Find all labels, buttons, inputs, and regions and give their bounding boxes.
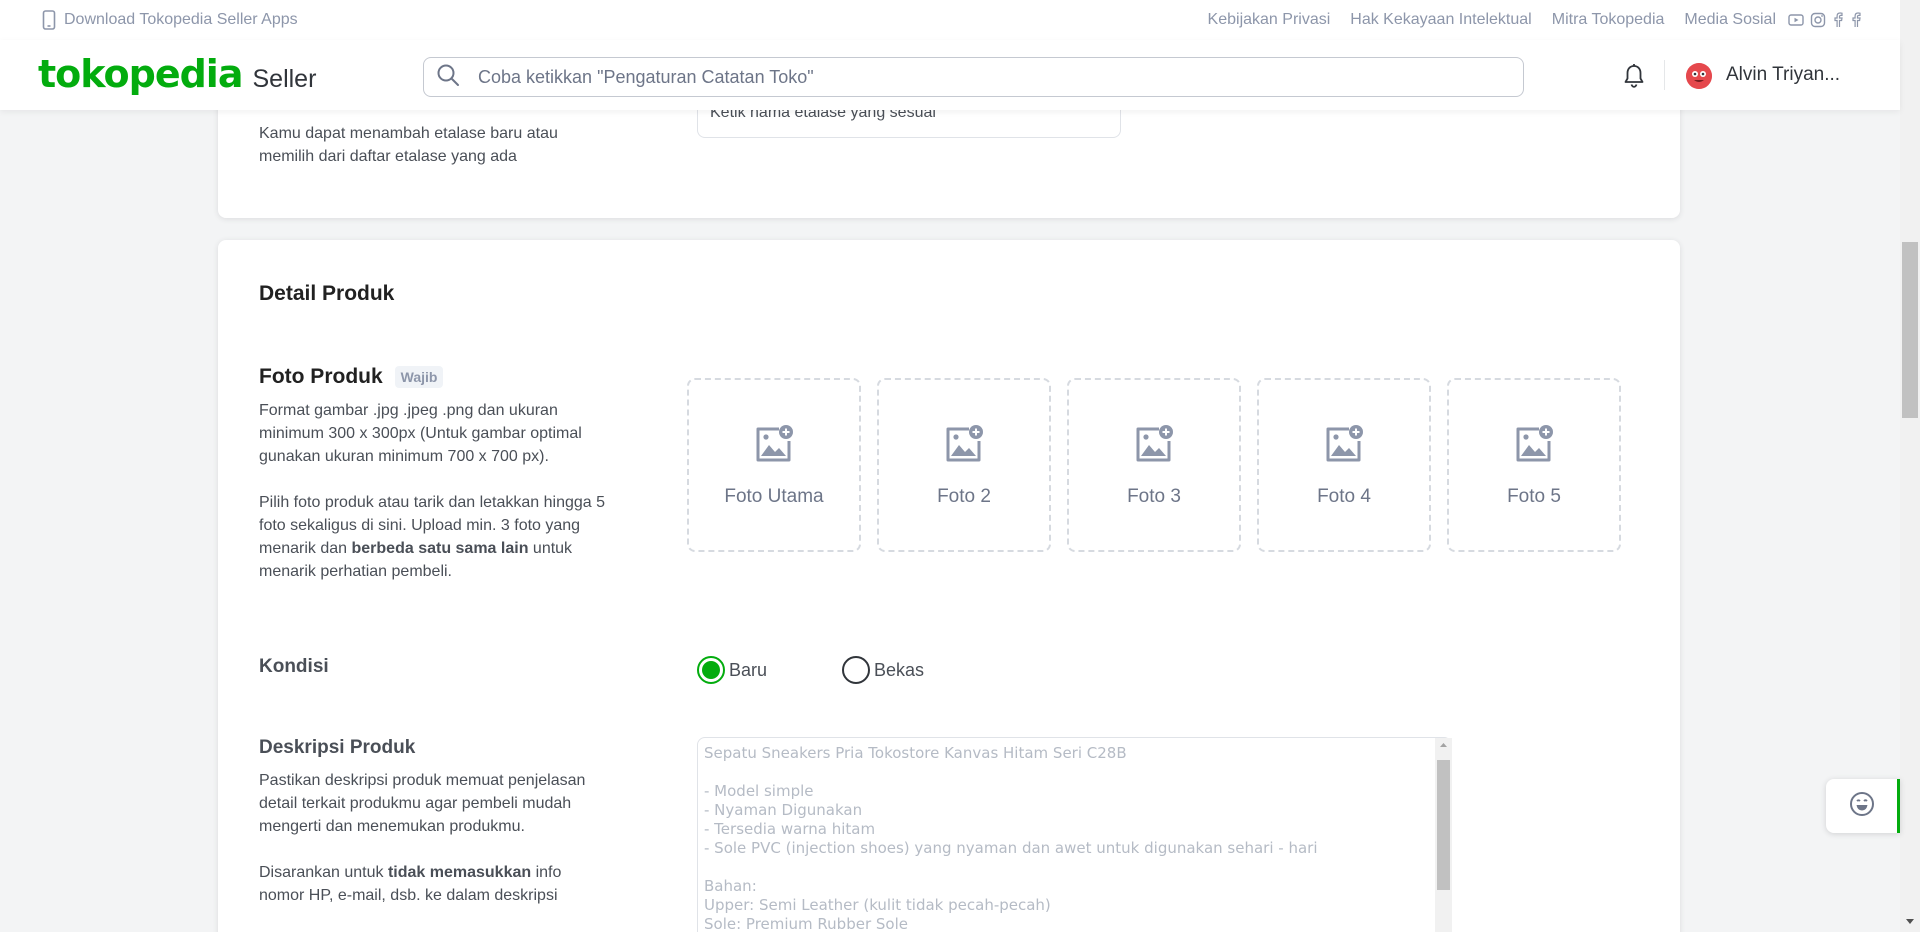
link-mitra-tokopedia[interactable]: Mitra Tokopedia	[1552, 11, 1665, 29]
radio-selected-icon	[697, 656, 725, 684]
photo-slot-label: Foto 3	[1127, 485, 1181, 507]
instagram-icon[interactable]	[1810, 12, 1826, 28]
detail-produk-card: Detail Produk Foto Produk Wajib Format g…	[218, 240, 1680, 932]
foto-produk-title: Foto Produk	[259, 365, 383, 388]
download-apps-link[interactable]: Download Tokopedia Seller Apps	[42, 10, 298, 30]
user-name[interactable]: Alvin Triyan...	[1726, 64, 1840, 86]
required-badge: Wajib	[394, 366, 444, 388]
tokopedia-seller-logo[interactable]: tokopedia Seller	[38, 52, 316, 96]
foto-desc-format: Format gambar .jpg .jpeg .png dan ukuran…	[259, 402, 582, 465]
foto-produk-description: Format gambar .jpg .jpeg .png dan ukuran…	[259, 399, 609, 583]
foto-desc-upload: Pilih foto produk atau tarik dan letakka…	[259, 494, 606, 580]
scroll-down-arrow-icon	[1906, 919, 1914, 924]
add-image-icon	[943, 423, 985, 470]
facebook-icon[interactable]	[1832, 12, 1844, 28]
smiley-icon	[1849, 791, 1875, 822]
search-bar[interactable]	[423, 57, 1524, 97]
kondisi-label: Kondisi	[259, 656, 329, 677]
radio-bekas[interactable]: Bekas	[842, 656, 924, 684]
add-image-icon	[1323, 423, 1365, 470]
etalase-description: Kamu dapat menambah etalase baru atau me…	[259, 125, 558, 165]
header-divider	[1664, 60, 1665, 90]
radio-bekas-label: Bekas	[874, 659, 925, 680]
deskripsi-textarea[interactable]: Sepatu Sneakers Pria Tokostore Kanvas Hi…	[697, 737, 1452, 932]
section-title: Detail Produk	[259, 282, 395, 305]
phone-icon	[42, 10, 56, 30]
add-image-icon	[753, 423, 795, 470]
foto-produk-label: Foto Produk Wajib	[259, 365, 444, 389]
search-icon	[436, 63, 460, 92]
logo-suffix: Seller	[252, 65, 317, 93]
deskripsi-label: Deskripsi Produk	[259, 737, 416, 758]
photo-slot-3[interactable]: Foto 3	[1067, 378, 1241, 552]
photo-slot-label: Foto 5	[1507, 485, 1561, 507]
photo-slot-label: Foto Utama	[724, 485, 824, 507]
radio-baru[interactable]: Baru	[697, 656, 767, 684]
radio-unselected-icon	[842, 656, 870, 684]
deskripsi-scrollbar[interactable]	[1435, 738, 1452, 932]
photo-slot-2[interactable]: Foto 2	[877, 378, 1051, 552]
link-kebijakan-privasi[interactable]: Kebijakan Privasi	[1208, 11, 1331, 29]
facebook-icon[interactable]	[1850, 12, 1862, 28]
deskripsi-help-detail: Pastikan deskripsi produk memuat penjela…	[259, 772, 586, 835]
brand-logo-text: tokopedia	[38, 52, 243, 96]
photo-slot-label: Foto 4	[1317, 485, 1371, 507]
link-media-sosial: Media Sosial	[1684, 11, 1776, 28]
deskripsi-help: Pastikan deskripsi produk memuat penjela…	[259, 769, 599, 907]
page-scrollbar-thumb[interactable]	[1902, 242, 1918, 418]
deskripsi-help-warning: Disarankan untuk tidak memasukkan info n…	[259, 864, 562, 904]
photo-slot-4[interactable]: Foto 4	[1257, 378, 1431, 552]
photo-slot-label: Foto 2	[937, 485, 991, 507]
youtube-icon[interactable]	[1788, 13, 1804, 27]
link-hak-kekayaan-intelektual[interactable]: Hak Kekayaan Intelektual	[1350, 11, 1531, 29]
add-image-icon	[1133, 423, 1175, 470]
avatar[interactable]	[1686, 63, 1712, 89]
feedback-button[interactable]	[1826, 779, 1900, 833]
download-apps-label: Download Tokopedia Seller Apps	[64, 11, 298, 28]
main-header: tokopedia Seller Alvin Triyan...	[0, 40, 1900, 110]
top-utility-bar: Download Tokopedia Seller Apps Kebijakan…	[0, 0, 1900, 40]
photo-slot-5[interactable]: Foto 5	[1447, 378, 1621, 552]
scroll-up-arrow-icon	[1440, 743, 1447, 747]
notification-bell-icon[interactable]	[1622, 63, 1646, 94]
photo-slot-utama[interactable]: Foto Utama	[687, 378, 861, 552]
search-input[interactable]	[478, 66, 1378, 88]
deskripsi-scrollbar-thumb[interactable]	[1437, 760, 1450, 890]
add-image-icon	[1513, 423, 1555, 470]
radio-baru-label: Baru	[729, 659, 768, 680]
page-scrollbar[interactable]	[1900, 0, 1920, 932]
